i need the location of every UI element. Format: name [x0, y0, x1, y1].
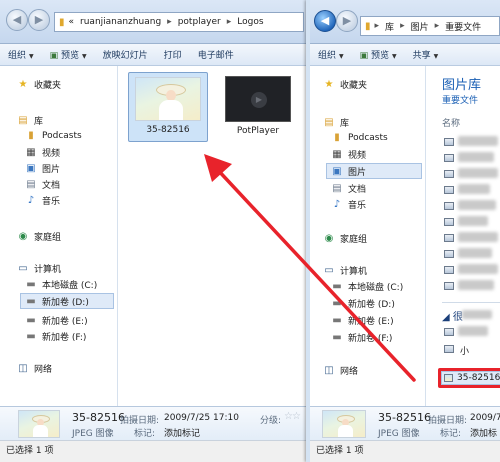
arrow-head-icon [204, 154, 232, 182]
arrow-shaft [214, 166, 416, 382]
drag-direction-arrow [204, 154, 416, 382]
